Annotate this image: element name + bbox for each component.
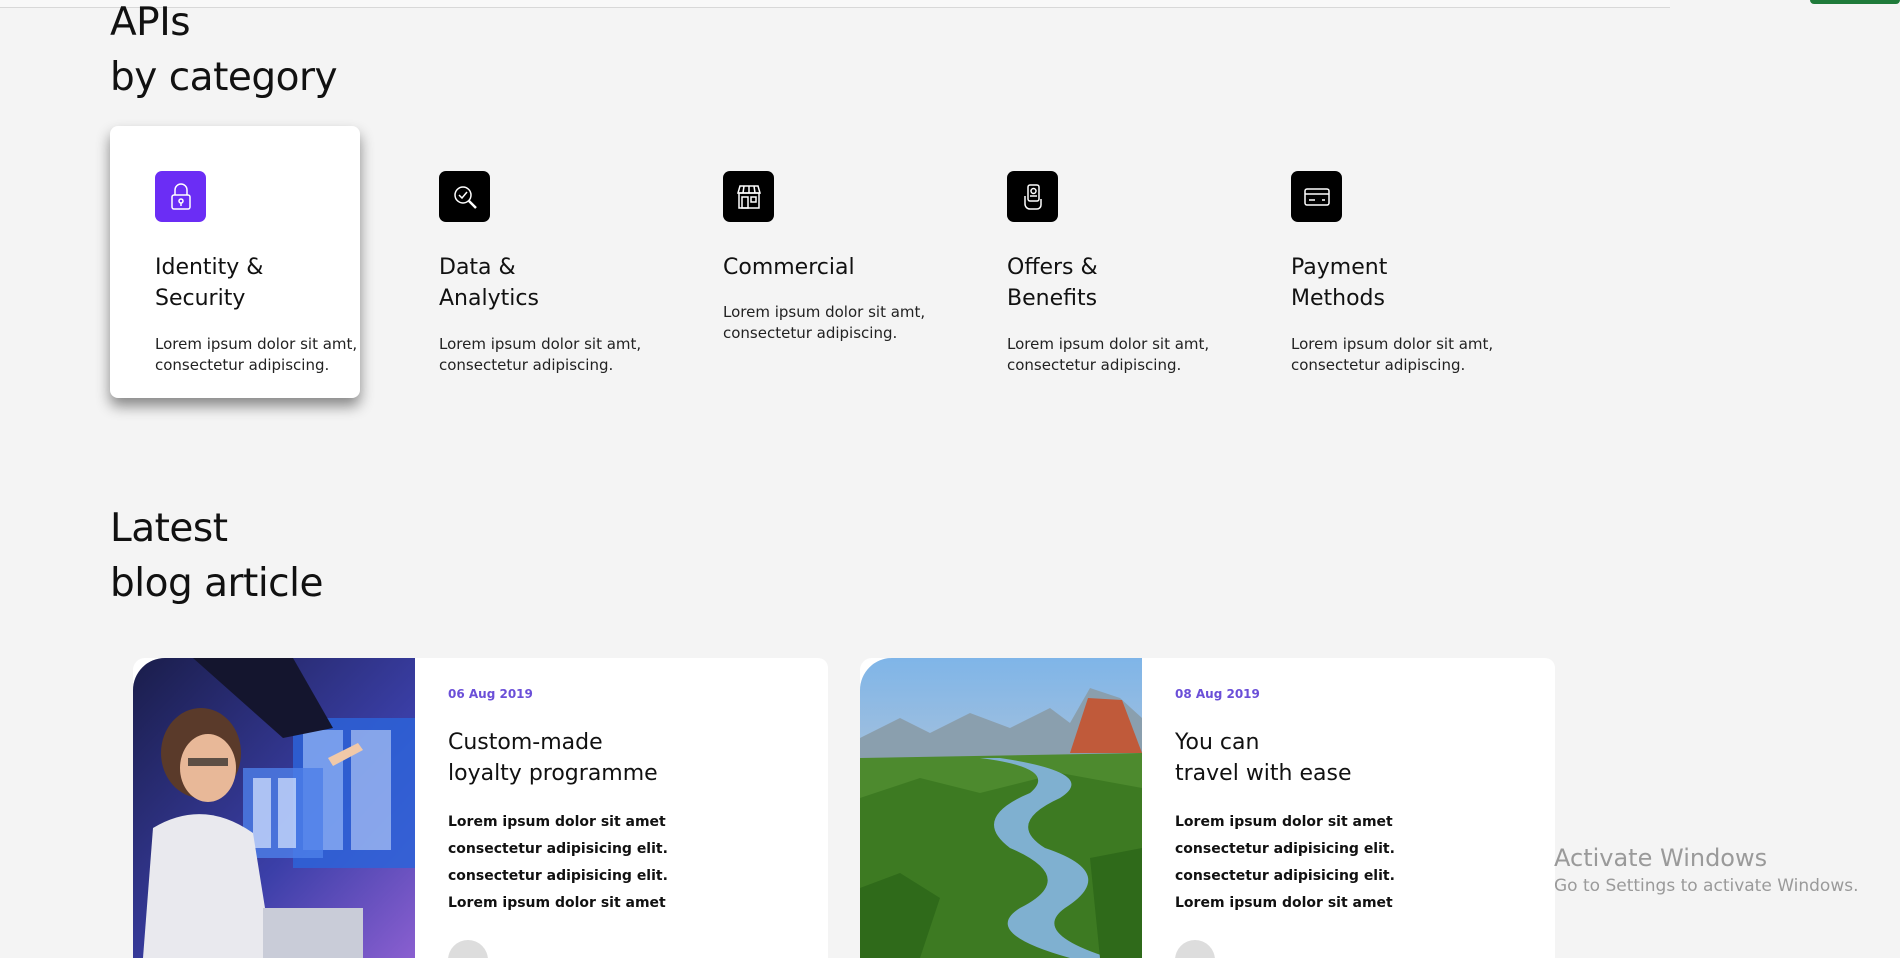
offers-hand-icon [1007, 171, 1058, 222]
category-title-line2: Analytics [439, 286, 539, 311]
watermark-subtitle: Go to Settings to activate Windows. [1554, 876, 1859, 896]
blog-card-travel[interactable]: 08 Aug 2019 You can travel with ease Lor… [860, 658, 1555, 958]
author-avatar [1175, 940, 1215, 958]
category-card-payment-methods[interactable]: Payment Methods Lorem ipsum dolor sit am… [1246, 126, 1496, 398]
article-body: 08 Aug 2019 You can travel with ease Lor… [1175, 687, 1535, 917]
excerpt-line: consectetur adipisicing elit. [448, 841, 668, 857]
top-action-button[interactable] [1810, 0, 1900, 4]
lock-icon [155, 171, 206, 222]
article-excerpt: Lorem ipsum dolor sit amet consectetur a… [1175, 809, 1535, 917]
category-desc-line1: Lorem ipsum dolor sit amt, [439, 335, 642, 353]
article-title[interactable]: Custom-made loyalty programme [448, 727, 808, 789]
article-title-line1: Custom-made [448, 730, 603, 755]
category-description: Lorem ipsum dolor sit amt, consectetur a… [1007, 334, 1212, 376]
article-image-developer-screens [133, 658, 415, 958]
article-title-line1: You can [1175, 730, 1260, 755]
category-card-data-analytics[interactable]: Data & Analytics Lorem ipsum dolor sit a… [394, 126, 644, 398]
credit-card-icon [1291, 171, 1342, 222]
category-desc-line1: Lorem ipsum dolor sit amt, [723, 303, 926, 321]
category-description: Lorem ipsum dolor sit amt, consectetur a… [723, 302, 928, 344]
category-title: Commercial [723, 252, 913, 283]
excerpt-line: Lorem ipsum dolor sit amet [1175, 895, 1393, 911]
category-description: Lorem ipsum dolor sit amt, consectetur a… [1291, 334, 1496, 376]
apis-section-title: APIs by category [110, 0, 338, 105]
category-card-identity-security[interactable]: Identity & Security Lorem ipsum dolor si… [110, 126, 360, 398]
category-title: Identity & Security [155, 252, 345, 314]
category-desc-line2: consectetur adipiscing. [1007, 356, 1182, 374]
article-title-line2: travel with ease [1175, 761, 1352, 786]
category-description: Lorem ipsum dolor sit amt, consectetur a… [439, 334, 644, 376]
article-date: 06 Aug 2019 [448, 687, 533, 701]
category-desc-line2: consectetur adipiscing. [439, 356, 614, 374]
category-desc-line2: consectetur adipiscing. [723, 324, 898, 342]
category-card-offers-benefits[interactable]: Offers & Benefits Lorem ipsum dolor sit … [962, 126, 1212, 398]
blog-title-line2: blog article [110, 561, 323, 606]
activate-windows-watermark: Activate Windows Go to Settings to activ… [1554, 842, 1859, 898]
excerpt-line: consectetur adipisicing elit. [448, 868, 668, 884]
article-date: 08 Aug 2019 [1175, 687, 1260, 701]
article-title-line2: loyalty programme [448, 761, 658, 786]
category-title-line1: Identity & [155, 255, 264, 280]
article-body: 06 Aug 2019 Custom-made loyalty programm… [448, 687, 808, 917]
blog-title-line1: Latest [110, 506, 228, 551]
category-title-line2: Methods [1291, 286, 1385, 311]
category-title: Data & Analytics [439, 252, 629, 314]
excerpt-line: Lorem ipsum dolor sit amet [1175, 814, 1393, 830]
analytics-search-icon [439, 171, 490, 222]
storefront-icon [723, 171, 774, 222]
category-desc-line1: Lorem ipsum dolor sit amt, [1291, 335, 1494, 353]
article-image-river-landscape [860, 658, 1142, 958]
excerpt-line: consectetur adipisicing elit. [1175, 841, 1395, 857]
category-desc-line2: consectetur adipiscing. [155, 356, 330, 374]
excerpt-line: Lorem ipsum dolor sit amet [448, 895, 666, 911]
category-desc-line1: Lorem ipsum dolor sit amt, [155, 335, 358, 353]
category-title-line1: Data & [439, 255, 516, 280]
blog-section-title: Latest blog article [110, 501, 323, 611]
category-title-line1: Payment [1291, 255, 1388, 280]
category-title-line1: Commercial [723, 255, 855, 280]
article-excerpt: Lorem ipsum dolor sit amet consectetur a… [448, 809, 808, 917]
article-title[interactable]: You can travel with ease [1175, 727, 1535, 789]
blog-card-loyalty[interactable]: 06 Aug 2019 Custom-made loyalty programm… [133, 658, 828, 958]
category-title-line2: Security [155, 286, 246, 311]
author-avatar [448, 940, 488, 958]
category-card-commercial[interactable]: Commercial Lorem ipsum dolor sit amt, co… [678, 126, 928, 398]
category-title-line1: Offers & [1007, 255, 1098, 280]
apis-title-line1: APIs [110, 0, 191, 45]
apis-title-line2: by category [110, 55, 338, 100]
category-title: Offers & Benefits [1007, 252, 1197, 314]
excerpt-line: Lorem ipsum dolor sit amet [448, 814, 666, 830]
category-title: Payment Methods [1291, 252, 1481, 314]
excerpt-line: consectetur adipisicing elit. [1175, 868, 1395, 884]
watermark-title: Activate Windows [1554, 844, 1768, 872]
category-desc-line1: Lorem ipsum dolor sit amt, [1007, 335, 1210, 353]
category-description: Lorem ipsum dolor sit amt, consectetur a… [155, 334, 360, 376]
category-desc-line2: consectetur adipiscing. [1291, 356, 1466, 374]
category-title-line2: Benefits [1007, 286, 1098, 311]
